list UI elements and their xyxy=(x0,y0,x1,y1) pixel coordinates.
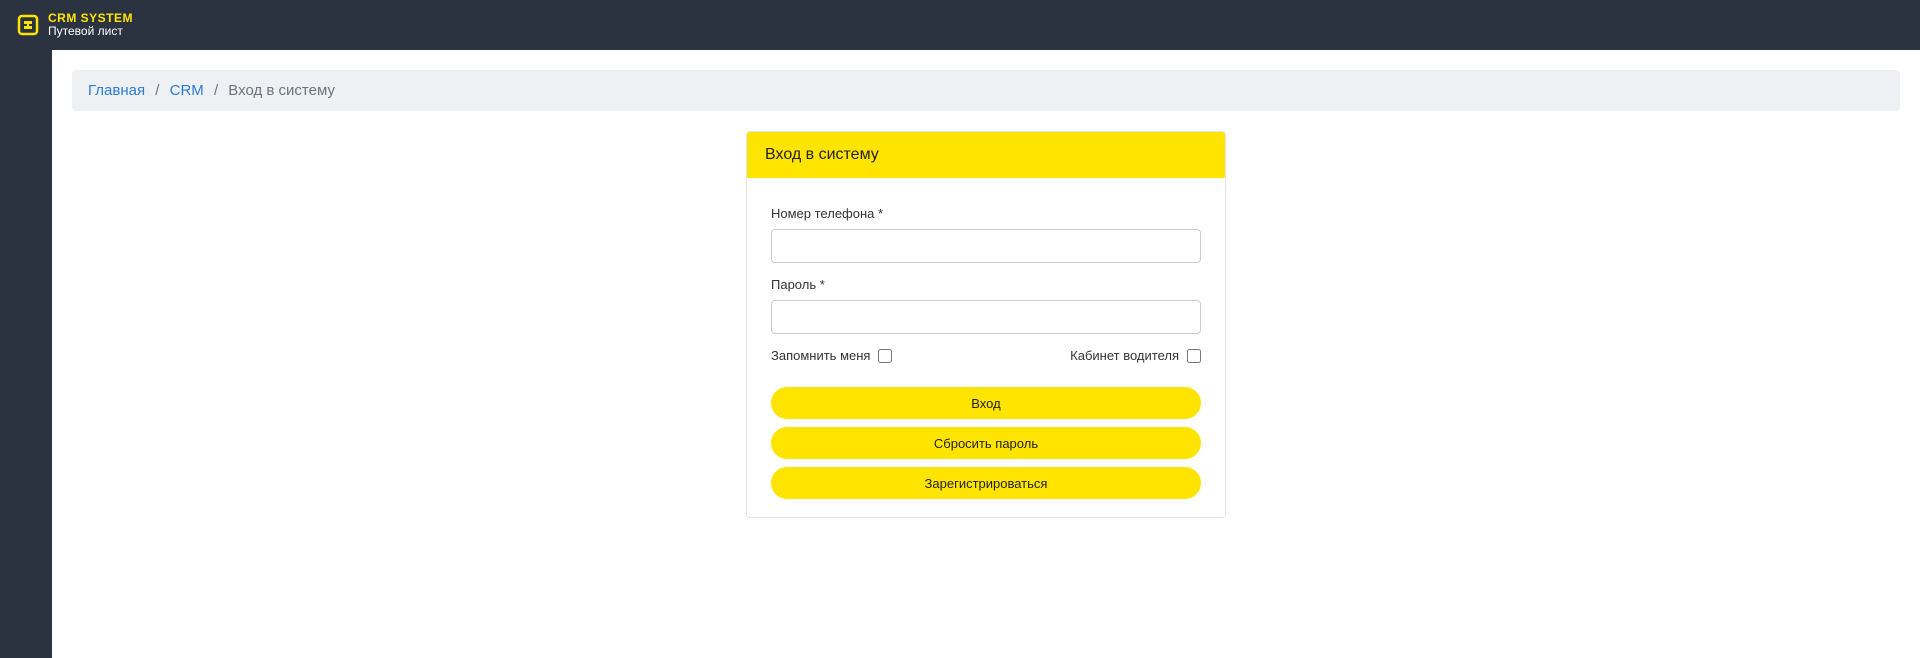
logo-subtitle: Путевой лист xyxy=(48,25,133,38)
breadcrumb: Главная / CRM / Вход в систему xyxy=(72,70,1900,111)
phone-field-group: Номер телефона * xyxy=(771,206,1201,263)
app-header: CRM SYSTEM Путевой лист xyxy=(0,0,1920,50)
login-button[interactable]: Вход xyxy=(771,387,1201,419)
card-container: Вход в систему Номер телефона * Пароль *… xyxy=(72,131,1900,518)
driver-checkbox[interactable] xyxy=(1187,349,1201,363)
register-button[interactable]: Зарегистрироваться xyxy=(771,467,1201,499)
breadcrumb-crm-link[interactable]: CRM xyxy=(170,82,204,99)
driver-label: Кабинет водителя xyxy=(1070,348,1179,363)
card-title: Вход в систему xyxy=(747,132,1225,178)
logo-icon xyxy=(16,13,40,37)
card-body: Номер телефона * Пароль * Запомнить меня xyxy=(747,178,1225,517)
breadcrumb-home-link[interactable]: Главная xyxy=(88,82,145,99)
password-field-group: Пароль * xyxy=(771,277,1201,334)
remember-checkbox[interactable] xyxy=(878,349,892,363)
login-card: Вход в систему Номер телефона * Пароль *… xyxy=(746,131,1226,518)
layout: Главная / CRM / Вход в систему Вход в си… xyxy=(0,50,1920,658)
phone-input[interactable] xyxy=(771,229,1201,263)
main-content: Главная / CRM / Вход в систему Вход в си… xyxy=(52,50,1920,658)
logo-text: CRM SYSTEM Путевой лист xyxy=(48,12,133,38)
phone-label: Номер телефона * xyxy=(771,206,1201,221)
checkbox-row: Запомнить меня Кабинет водителя xyxy=(771,348,1201,363)
sidebar xyxy=(0,50,52,658)
breadcrumb-separator: / xyxy=(155,82,159,99)
password-label: Пароль * xyxy=(771,277,1201,292)
remember-label: Запомнить меня xyxy=(771,348,870,363)
reset-password-button[interactable]: Сбросить пароль xyxy=(771,427,1201,459)
driver-checkbox-group[interactable]: Кабинет водителя xyxy=(1070,348,1201,363)
logo[interactable]: CRM SYSTEM Путевой лист xyxy=(16,12,133,38)
remember-checkbox-group[interactable]: Запомнить меня xyxy=(771,348,892,363)
password-input[interactable] xyxy=(771,300,1201,334)
breadcrumb-current: Вход в систему xyxy=(228,82,335,99)
breadcrumb-separator: / xyxy=(214,82,218,99)
